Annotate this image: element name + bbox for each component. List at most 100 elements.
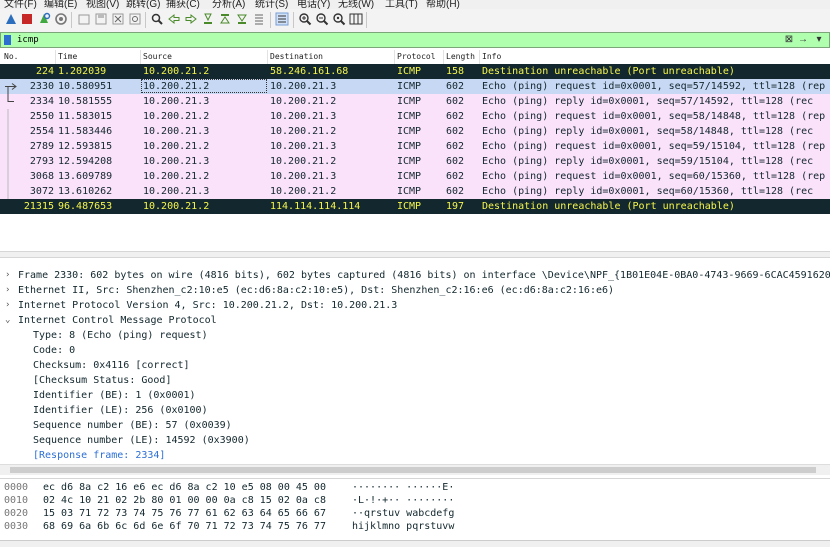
expand-right-icon[interactable]: › xyxy=(5,283,10,298)
column-divider[interactable] xyxy=(267,50,268,64)
save-file-icon[interactable] xyxy=(94,12,108,26)
menu-item[interactable]: 编辑(E) xyxy=(44,0,77,9)
detail-section[interactable]: ⌄ Internet Control Message Protocol xyxy=(0,313,830,328)
clear-filter-icon[interactable]: ⊠ xyxy=(783,34,795,46)
column-header-no[interactable]: No. xyxy=(4,52,18,61)
detail-section[interactable]: › Internet Protocol Version 4, Src: 10.20… xyxy=(0,298,830,313)
stop-capture-icon[interactable] xyxy=(20,12,34,26)
first-packet-icon[interactable] xyxy=(218,12,232,26)
menu-item[interactable]: 统计(S) xyxy=(255,0,288,9)
byte-ascii[interactable]: ········ ······E· xyxy=(352,481,454,494)
resize-columns-icon[interactable] xyxy=(349,12,363,26)
go-forward-icon[interactable] xyxy=(184,12,198,26)
bookmark-icon[interactable] xyxy=(4,35,11,45)
detail-text: Sequence number (LE): 14592 (0x3900) xyxy=(33,435,250,446)
detail-section[interactable]: › Ethernet II, Src: Shenzhen_c2:10:e5 (ec… xyxy=(0,283,830,298)
packet-row[interactable]: 2550 11.583015 10.200.21.2 10.200.21.3 ICMP 6… xyxy=(0,109,830,124)
packet-list: 224 1.202039 10.200.21.2 58.246.161.68 ICMP 1… xyxy=(0,64,830,250)
menu-item[interactable]: 帮助(H) xyxy=(426,0,460,9)
restart-capture-icon[interactable] xyxy=(37,12,51,26)
cell-src: 10.200.21.2 xyxy=(143,171,210,182)
pane-splitter[interactable] xyxy=(0,251,830,258)
auto-scroll-icon[interactable] xyxy=(252,12,266,26)
close-file-icon[interactable] xyxy=(111,12,125,26)
column-divider[interactable] xyxy=(443,50,444,64)
menu-item[interactable]: 电话(Y) xyxy=(297,0,330,9)
column-divider[interactable] xyxy=(479,50,480,64)
packet-row[interactable]: 2334 10.581555 10.200.21.3 10.200.21.2 ICMP 6… xyxy=(0,94,830,109)
column-header-info[interactable]: Info xyxy=(482,52,501,61)
byte-ascii[interactable]: hijklmno pqrstuvw xyxy=(352,520,454,533)
cell-src: 10.200.21.3 xyxy=(143,156,210,167)
menu-item[interactable]: 分析(A) xyxy=(212,0,245,9)
last-packet-icon[interactable] xyxy=(235,12,249,26)
cell-no: 224 xyxy=(35,66,54,77)
detail-field: Code: 0 xyxy=(0,343,830,358)
normal-size-icon[interactable] xyxy=(332,12,346,26)
byte-hex[interactable]: 02 4c 10 21 02 2b 80 01 00 00 0a c8 15 0… xyxy=(43,494,326,507)
go-to-packet-icon[interactable] xyxy=(201,12,215,26)
apply-filter-icon[interactable]: → xyxy=(797,34,809,46)
expand-down-icon[interactable]: ⌄ xyxy=(5,313,10,328)
detail-field: Sequence number (LE): 14592 (0x3900) xyxy=(0,433,830,448)
cell-info: Destination unreachable (Port unreachabl… xyxy=(482,201,735,212)
find-packet-icon[interactable] xyxy=(150,12,164,26)
detail-section[interactable]: › Frame 2330: 602 bytes on wire (4816 bit… xyxy=(0,268,830,283)
colorize-icon[interactable] xyxy=(275,12,289,26)
reload-file-icon[interactable] xyxy=(128,12,142,26)
column-header-length[interactable]: Length xyxy=(446,52,475,61)
detail-text: Frame 2330: 602 bytes on wire (4816 bits… xyxy=(18,270,830,281)
column-header-source[interactable]: Source xyxy=(143,52,172,61)
response-frame-link[interactable]: [Response frame: 2334] xyxy=(33,448,165,463)
menu-item[interactable]: 捕获(C) xyxy=(166,0,200,9)
menu-item[interactable]: 无线(W) xyxy=(338,0,374,9)
toolbar-separator xyxy=(71,12,72,28)
menu-bar: 文件(F) 编辑(E) 视图(V) 跳转(G) 捕获(C) 分析(A) 统计(S) 电话(Y)… xyxy=(0,0,830,9)
menu-item[interactable]: 视图(V) xyxy=(86,0,119,9)
byte-ascii[interactable]: ··qrstuv wabcdefg xyxy=(352,507,454,520)
column-divider[interactable] xyxy=(55,50,56,64)
zoom-in-icon[interactable] xyxy=(298,12,312,26)
packet-row[interactable]: 2789 12.593815 10.200.21.2 10.200.21.3 ICMP 6… xyxy=(0,139,830,154)
packet-row[interactable]: 2554 11.583446 10.200.21.3 10.200.21.2 ICMP 6… xyxy=(0,124,830,139)
toolbar-separator xyxy=(366,12,367,28)
byte-hex[interactable]: ec d6 8a c2 16 e6 ec d6 8a c2 10 e5 08 0… xyxy=(43,481,326,494)
column-header-destination[interactable]: Destination xyxy=(270,52,323,61)
byte-hex[interactable]: 15 03 71 72 73 74 75 76 77 61 62 63 64 6… xyxy=(43,507,326,520)
shark-fin-start-icon[interactable] xyxy=(4,12,18,26)
menu-item[interactable]: 文件(F) xyxy=(4,0,37,9)
filter-dropdown-icon[interactable]: ▾ xyxy=(813,34,825,46)
byte-ascii[interactable]: ·L·!·+·· ········ xyxy=(352,494,454,507)
expand-right-icon[interactable]: › xyxy=(5,298,10,313)
packet-row[interactable]: 3068 13.609789 10.200.21.2 10.200.21.3 ICMP 6… xyxy=(0,169,830,184)
open-file-icon[interactable] xyxy=(77,12,91,26)
detail-text: [Checksum Status: Good] xyxy=(33,375,172,386)
scrollbar-thumb[interactable] xyxy=(10,467,816,473)
menu-item[interactable]: 工具(T) xyxy=(385,0,418,9)
detail-field[interactable]: [Response frame: 2334] xyxy=(0,448,830,463)
column-header-time[interactable]: Time xyxy=(58,52,77,61)
detail-field: Checksum: 0x4116 [correct] xyxy=(0,358,830,373)
zoom-out-icon[interactable] xyxy=(315,12,329,26)
packet-row[interactable]: 21315 96.487653 10.200.21.2 114.114.114.114… xyxy=(0,199,830,214)
packet-row[interactable]: 3072 13.610262 10.200.21.3 10.200.21.2 ICMP 6… xyxy=(0,184,830,199)
details-horizontal-scrollbar[interactable] xyxy=(0,464,830,475)
menu-item[interactable]: 跳转(G) xyxy=(126,0,160,9)
packet-row[interactable]: 224 1.202039 10.200.21.2 58.246.161.68 ICMP 1… xyxy=(0,64,830,79)
cell-time: 1.202039 xyxy=(58,66,107,77)
capture-options-icon[interactable] xyxy=(54,12,68,26)
related-packet-line-icon xyxy=(2,184,20,199)
packet-row[interactable]: 2793 12.594208 10.200.21.3 10.200.21.2 ICMP 6… xyxy=(0,154,830,169)
column-divider[interactable] xyxy=(394,50,395,64)
column-header-protocol[interactable]: Protocol xyxy=(397,52,436,61)
column-divider[interactable] xyxy=(140,50,141,64)
related-packet-line-icon xyxy=(2,139,20,154)
cell-proto: ICMP xyxy=(397,66,422,77)
expand-right-icon[interactable]: › xyxy=(5,268,10,283)
cell-len: 602 xyxy=(446,126,465,137)
display-filter-input[interactable] xyxy=(17,33,777,47)
byte-hex[interactable]: 68 69 6a 6b 6c 6d 6e 6f 70 71 72 73 74 7… xyxy=(43,520,326,533)
packet-row[interactable]: 2330 10.580951 10.200.21.2 10.200.21.3 ICMP 6… xyxy=(0,79,830,94)
go-back-icon[interactable] xyxy=(167,12,181,26)
related-packet-line-icon xyxy=(2,109,20,124)
